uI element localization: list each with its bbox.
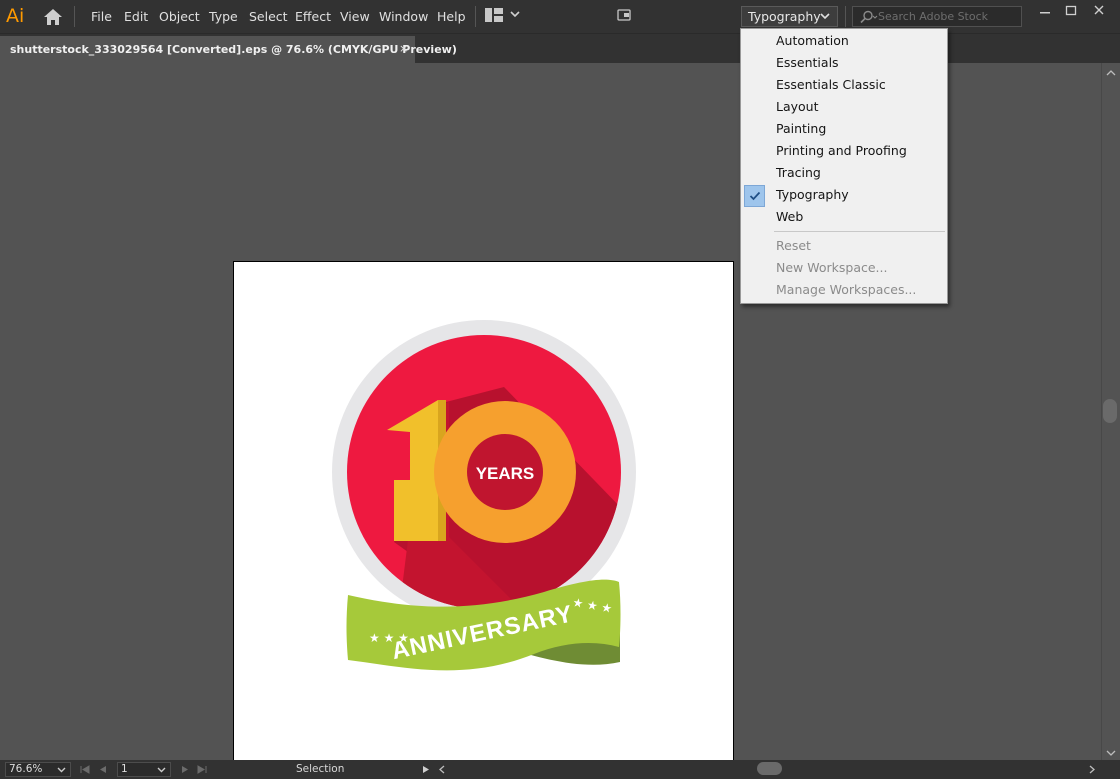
menu-divider bbox=[845, 6, 846, 27]
workspace-option-tracing[interactable]: Tracing bbox=[742, 162, 946, 183]
gpu-performance-icon[interactable] bbox=[617, 9, 631, 21]
workspace-option-essentials-classic[interactable]: Essentials Classic bbox=[742, 74, 946, 95]
vertical-scrollbar[interactable] bbox=[1101, 63, 1120, 760]
menu-view[interactable]: View bbox=[340, 8, 370, 25]
adobe-stock-search bbox=[852, 6, 1022, 27]
document-tab-title: shutterstock_333029564 [Converted].eps @… bbox=[10, 43, 457, 56]
status-menu-arrow-icon[interactable] bbox=[421, 765, 431, 774]
search-icon bbox=[860, 10, 878, 24]
home-icon[interactable] bbox=[42, 7, 64, 27]
last-artboard-icon[interactable] bbox=[197, 765, 207, 774]
search-input[interactable] bbox=[878, 8, 1018, 25]
menu-divider bbox=[74, 6, 75, 27]
tab-close-button[interactable]: × bbox=[399, 42, 408, 55]
scroll-left-arrow-icon[interactable] bbox=[437, 765, 447, 774]
artboard[interactable]: YEARS ANNIVERSARY ★ ★ ★ ★ ★ ★ bbox=[233, 261, 734, 762]
menu-type[interactable]: Type bbox=[209, 8, 238, 25]
first-artboard-icon[interactable] bbox=[80, 765, 90, 774]
workspace-action-manage[interactable]: Manage Workspaces... bbox=[742, 279, 946, 300]
next-artboard-icon[interactable] bbox=[180, 765, 190, 774]
workspace-action-new[interactable]: New Workspace... bbox=[742, 257, 946, 278]
maximize-icon[interactable] bbox=[1060, 3, 1082, 18]
workspace-option-layout[interactable]: Layout bbox=[742, 96, 946, 117]
chevron-down-icon bbox=[820, 13, 830, 20]
menu-edit[interactable]: Edit bbox=[124, 8, 148, 25]
vertical-scroll-thumb[interactable] bbox=[1103, 399, 1117, 423]
close-icon[interactable] bbox=[1088, 3, 1110, 18]
workspace-switcher[interactable]: Typography bbox=[741, 6, 838, 27]
workspace-action-reset[interactable]: Reset bbox=[742, 235, 946, 256]
status-bar: 76.6% 1 Selection bbox=[0, 760, 1120, 779]
workspace-dropdown-menu: Automation Essentials Essentials Classic… bbox=[740, 28, 948, 304]
minimize-icon[interactable] bbox=[1034, 3, 1056, 18]
arrange-documents-icon[interactable] bbox=[485, 8, 503, 22]
document-tab[interactable]: shutterstock_333029564 [Converted].eps @… bbox=[0, 36, 457, 64]
workspace-option-essentials[interactable]: Essentials bbox=[742, 52, 946, 73]
menu-bar: Ai File Edit Object Type Select Effect V… bbox=[0, 0, 1120, 33]
menu-file[interactable]: File bbox=[91, 8, 112, 25]
menu-select[interactable]: Select bbox=[249, 8, 288, 25]
workspace-option-automation[interactable]: Automation bbox=[742, 30, 946, 51]
artboard-number-value: 1 bbox=[121, 763, 128, 775]
document-tab-bar: shutterstock_333029564 [Converted].eps @… bbox=[0, 33, 1120, 64]
scroll-right-arrow-icon[interactable] bbox=[1087, 765, 1097, 774]
workspace-option-painting[interactable]: Painting bbox=[742, 118, 946, 139]
chevron-down-icon bbox=[157, 767, 166, 773]
illustrator-logo: Ai bbox=[6, 5, 25, 27]
zoom-level-value: 76.6% bbox=[9, 763, 43, 775]
menu-divider bbox=[475, 6, 476, 27]
workspace-option-typography[interactable]: Typography bbox=[742, 184, 946, 205]
anniversary-badge-artwork[interactable]: YEARS ANNIVERSARY ★ ★ ★ ★ ★ ★ bbox=[234, 262, 733, 761]
menu-effect[interactable]: Effect bbox=[295, 8, 331, 25]
ribbon-stars-left: ★ ★ ★ bbox=[369, 631, 409, 645]
workspace-option-web[interactable]: Web bbox=[742, 206, 946, 227]
chevron-down-icon bbox=[57, 767, 66, 773]
horizontal-scroll-thumb[interactable] bbox=[757, 762, 782, 775]
menu-object[interactable]: Object bbox=[159, 8, 200, 25]
menu-separator bbox=[774, 231, 945, 232]
chevron-down-icon[interactable] bbox=[510, 8, 520, 20]
menu-help[interactable]: Help bbox=[437, 8, 466, 25]
scroll-up-arrow-icon[interactable] bbox=[1106, 69, 1116, 77]
artboard-number-select[interactable]: 1 bbox=[117, 762, 171, 777]
workspace-option-printing-and-proofing[interactable]: Printing and Proofing bbox=[742, 140, 946, 161]
menu-window[interactable]: Window bbox=[379, 8, 428, 25]
zoom-level-select[interactable]: 76.6% bbox=[5, 762, 71, 777]
workspace-switcher-label: Typography bbox=[748, 9, 821, 24]
badge-years-text: YEARS bbox=[476, 464, 535, 483]
previous-artboard-icon[interactable] bbox=[98, 765, 108, 774]
scroll-down-arrow-icon[interactable] bbox=[1106, 749, 1116, 757]
current-tool-status: Selection bbox=[296, 763, 345, 775]
